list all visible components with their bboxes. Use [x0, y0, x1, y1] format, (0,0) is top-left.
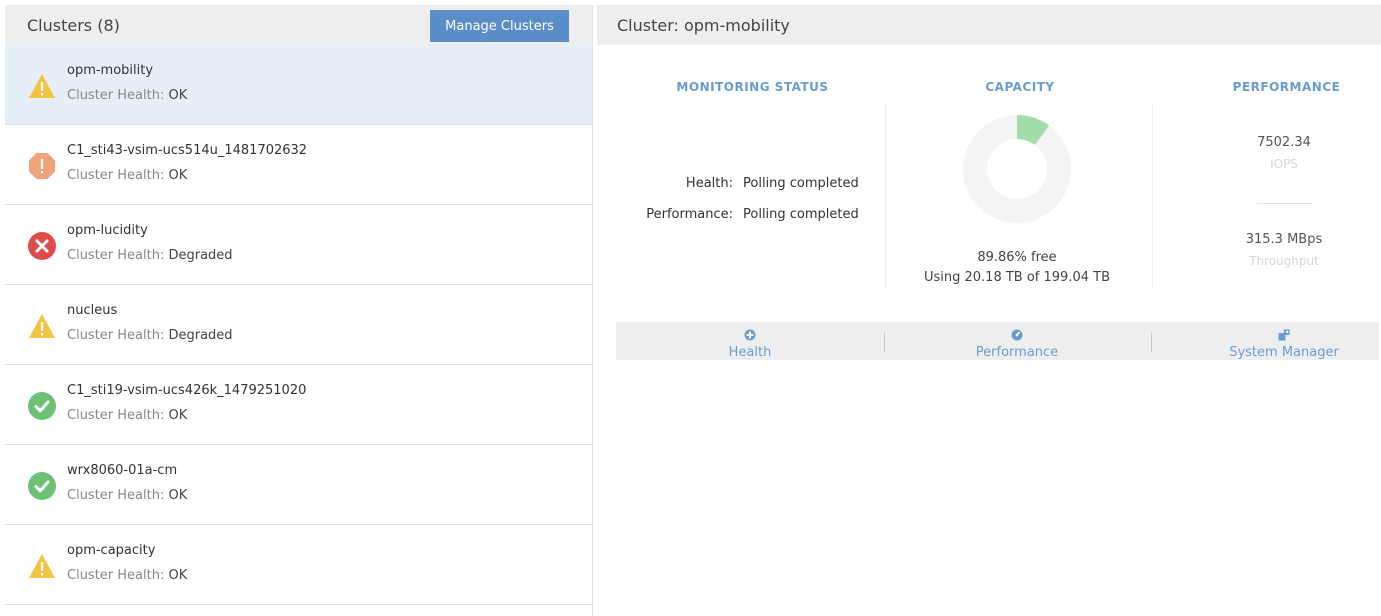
health-status-value: Polling completed: [743, 176, 859, 191]
capacity-used-text: Using 20.18 TB of 199.04 TB: [923, 270, 1110, 285]
capacity-donut-chart: [963, 115, 1071, 223]
performance-link-label: Performance: [975, 345, 1059, 360]
warning-icon: [27, 71, 57, 101]
cluster-health-label: Cluster Health:: [67, 168, 169, 183]
cluster-detail-header: Cluster: opm-mobility: [597, 5, 1381, 45]
critical-icon: [27, 231, 57, 261]
cluster-name: opm-capacity: [67, 543, 156, 558]
manage-clusters-button[interactable]: Manage Clusters: [430, 10, 569, 42]
performance-divider: [1257, 203, 1313, 204]
throughput-label: Throughput: [1249, 254, 1319, 268]
cluster-list-item[interactable]: wrx8060-01a-cm Cluster Health: OK: [5, 445, 592, 525]
cluster-health-label: Cluster Health:: [67, 568, 169, 583]
cluster-health-value: Degraded: [168, 328, 233, 343]
cluster-actions-bar: Health Performance System Manager: [616, 322, 1379, 360]
cluster-health-label: Cluster Health:: [67, 248, 169, 263]
cluster-list: opm-mobility Cluster Health: OK C1_sti43-v…: [5, 45, 592, 605]
section-divider: [885, 103, 886, 288]
health-icon: [744, 329, 756, 341]
clusters-title: Clusters (8): [27, 16, 120, 35]
throughput-value: 315.3 MBps: [1245, 232, 1323, 247]
capacity-heading: CAPACITY: [985, 80, 1055, 94]
cluster-name: C1_sti43-vsim-ucs514u_1481702632: [67, 143, 308, 158]
system-manager-link[interactable]: System Manager: [1157, 322, 1381, 360]
cluster-health-label: Cluster Health:: [67, 488, 169, 503]
health-link[interactable]: Health: [623, 322, 877, 360]
cluster-health-value: OK: [168, 168, 188, 183]
cluster-list-item[interactable]: C1_sti43-vsim-ucs514u_1481702632 Cluster …: [5, 125, 592, 205]
cluster-health-label: Cluster Health:: [67, 88, 169, 103]
cluster-health: Cluster Health: Degraded: [67, 328, 233, 343]
ok-icon: [27, 471, 57, 501]
cluster-health-value: OK: [168, 488, 188, 503]
performance-link[interactable]: Performance: [890, 322, 1144, 360]
cluster-health-label: Cluster Health:: [67, 408, 169, 423]
cluster-list-item[interactable]: C1_sti19-vsim-ucs426k_1479251020 Cluster …: [5, 365, 592, 445]
performance-status-value: Polling completed: [743, 207, 859, 222]
clusters-header: Clusters (8) Manage Clusters: [5, 5, 592, 45]
capacity-free-text: 89.86% free: [977, 250, 1057, 265]
section-divider: [1152, 103, 1153, 288]
cluster-list-item[interactable]: opm-capacity Cluster Health: OK: [5, 525, 592, 605]
cluster-health-label: Cluster Health:: [67, 328, 169, 343]
capacity-free-arc: [963, 115, 1071, 223]
cluster-health: Cluster Health: Degraded: [67, 248, 233, 263]
cluster-health: Cluster Health: OK: [67, 568, 187, 583]
performance-heading: PERFORMANCE: [1232, 80, 1341, 94]
iops-label: IOPS: [1270, 157, 1298, 171]
ok-icon: [27, 391, 57, 421]
footer-separator: [884, 332, 885, 352]
cluster-name: wrx8060-01a-cm: [67, 463, 178, 478]
cluster-name: C1_sti19-vsim-ucs426k_1479251020: [67, 383, 307, 398]
warning-icon: [27, 311, 57, 341]
performance-status-label: Performance:: [646, 207, 733, 222]
cluster-health-value: OK: [168, 88, 188, 103]
cluster-health: Cluster Health: OK: [67, 88, 187, 103]
system-manager-link-label: System Manager: [1229, 345, 1339, 360]
cluster-name: opm-lucidity: [67, 223, 148, 238]
cluster-name: nucleus: [67, 303, 118, 318]
cluster-health-value: OK: [168, 408, 188, 423]
health-status-label: Health:: [685, 176, 733, 191]
cluster-health: Cluster Health: OK: [67, 488, 187, 503]
system-manager-icon: [1278, 329, 1290, 341]
cluster-name: opm-mobility: [67, 63, 154, 78]
cluster-detail-title: Cluster: opm-mobility: [617, 16, 790, 35]
gauge-icon: [1011, 329, 1023, 341]
clusters-panel: Clusters (8) Manage Clusters opm-mobilit…: [5, 5, 593, 616]
cluster-list-item[interactable]: opm-mobility Cluster Health: OK: [5, 45, 592, 125]
monitoring-status-heading: MONITORING STATUS: [676, 80, 829, 94]
error-icon: [27, 151, 57, 181]
warning-icon: [27, 551, 57, 581]
cluster-list-item[interactable]: opm-lucidity Cluster Health: Degraded: [5, 205, 592, 285]
iops-value: 7502.34: [1257, 135, 1311, 150]
cluster-health: Cluster Health: OK: [67, 168, 187, 183]
footer-separator: [1151, 332, 1152, 352]
cluster-health-value: Degraded: [168, 248, 233, 263]
cluster-health-value: OK: [168, 568, 188, 583]
cluster-health: Cluster Health: OK: [67, 408, 187, 423]
health-link-label: Health: [728, 345, 772, 360]
cluster-list-item[interactable]: nucleus Cluster Health: Degraded: [5, 285, 592, 365]
